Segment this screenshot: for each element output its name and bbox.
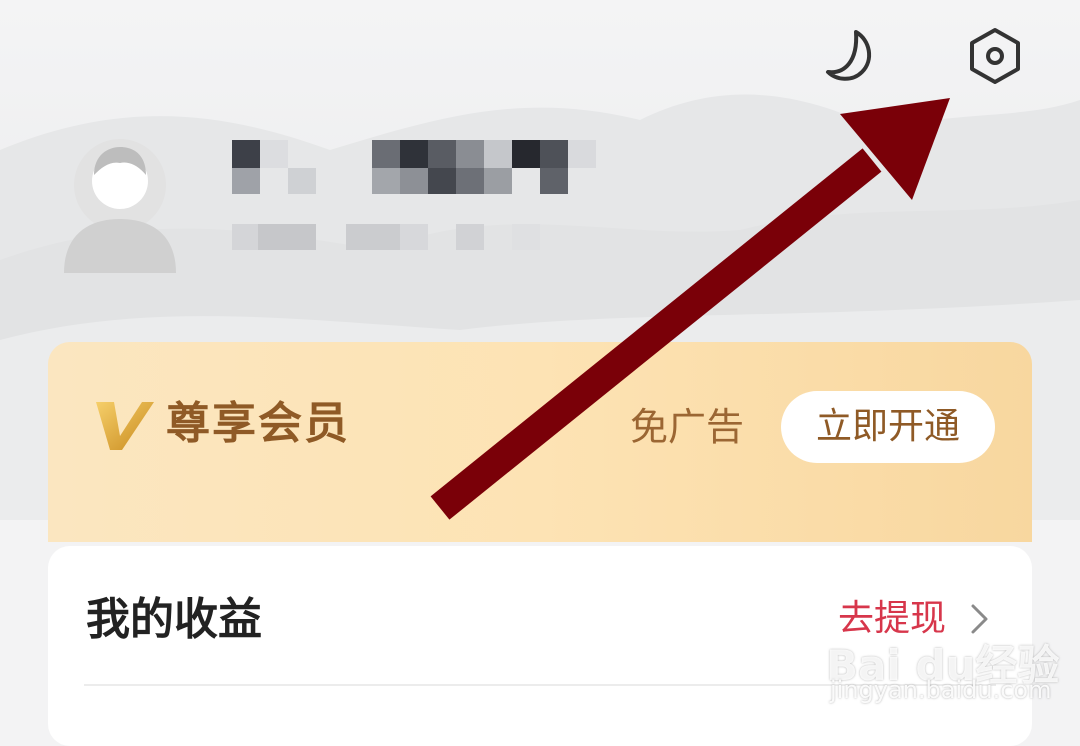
watermark-url: jingyan.baidu.com <box>830 676 1052 704</box>
red-arrow-pointing-to-settings <box>430 98 950 520</box>
